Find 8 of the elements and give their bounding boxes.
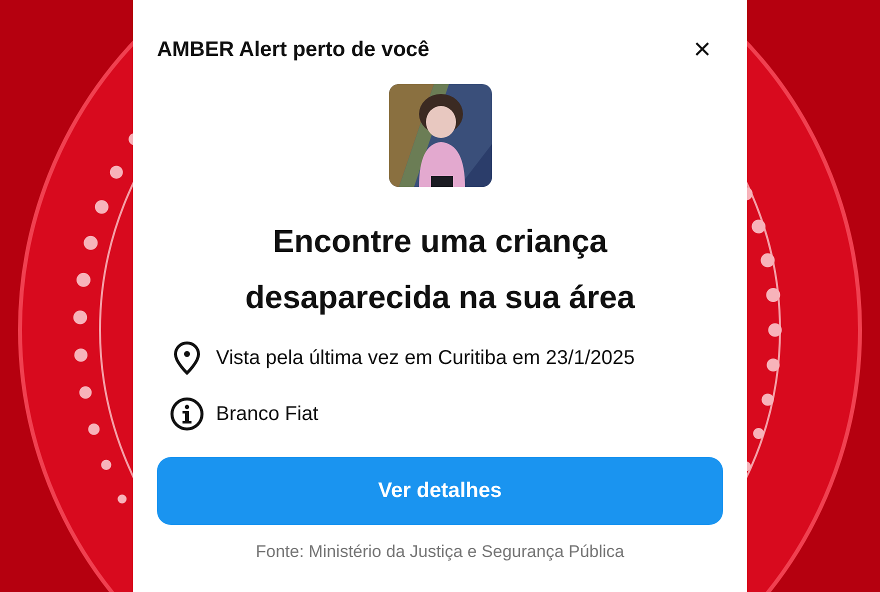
alert-title: AMBER Alert perto de você — [157, 37, 430, 63]
detail-text: Vista pela última vez em Curitiba em 23/1/2025 — [216, 346, 635, 370]
detail-text: Branco Fiat — [216, 402, 318, 426]
alert-headline: Encontre uma criança desaparecida na sua área — [244, 222, 636, 317]
info-icon — [170, 396, 204, 430]
close-button[interactable]: × — [689, 34, 715, 65]
location-pin-icon — [173, 340, 201, 374]
source-note: Fonte: Ministério da Justiça e Segurança Pública — [256, 540, 624, 563]
